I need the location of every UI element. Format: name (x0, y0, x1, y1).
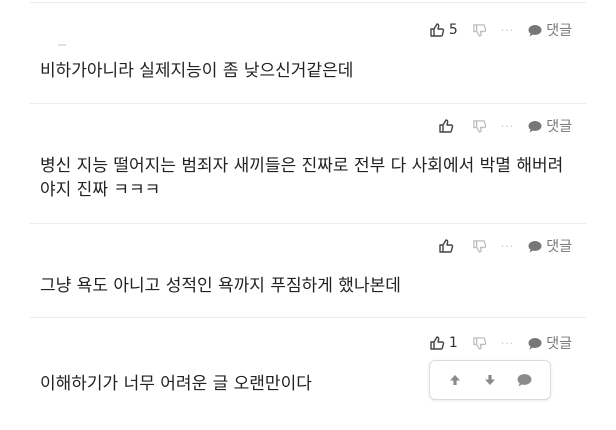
more-options-button[interactable]: ··· (501, 240, 515, 253)
like-button[interactable] (438, 118, 458, 134)
thumbs-up-icon (430, 336, 445, 350)
reply-button[interactable]: 댓글 (528, 236, 572, 256)
more-options-button[interactable]: ··· (501, 24, 515, 37)
thumbs-up-icon (439, 239, 453, 253)
reply-label: 댓글 (546, 23, 572, 39)
thumbs-down-icon (472, 23, 487, 37)
comment-jump-button[interactable] (512, 367, 538, 393)
thumbs-up-icon (430, 23, 445, 37)
scroll-down-button[interactable] (477, 367, 503, 393)
speech-bubble-icon (528, 337, 542, 349)
thumbs-up-icon (439, 119, 453, 133)
thumbs-down-icon (472, 239, 487, 253)
more-options-button[interactable]: ··· (501, 120, 515, 133)
floating-toolbar (429, 360, 551, 400)
thumbs-down-icon (472, 119, 487, 133)
like-count: 1 (448, 335, 458, 351)
speech-bubble-icon (528, 120, 542, 132)
comment-3: ··· 댓글 그냥 욕도 아니고 성적인 욕까지 푸짐하게 했나본데 (30, 224, 586, 318)
dislike-button[interactable] (472, 23, 487, 38)
like-button[interactable]: 1 (429, 335, 458, 351)
arrow-down-icon (484, 375, 495, 385)
like-button[interactable] (438, 238, 458, 254)
reply-label: 댓글 (546, 119, 572, 135)
reply-button[interactable]: 댓글 (528, 20, 572, 40)
reply-button[interactable]: 댓글 (528, 333, 572, 353)
comment-actions: 5 ··· 댓글 (429, 20, 572, 40)
comment-2: ··· 댓글 병신 지능 떨어지는 범죄자 새끼들은 진짜로 전부 다 사회에서… (30, 104, 586, 224)
comment-text: 그냥 욕도 아니고 성적인 욕까지 푸짐하게 했나본데 (40, 276, 401, 296)
dislike-button[interactable] (472, 119, 487, 134)
dislike-button[interactable] (472, 336, 487, 351)
arrow-up-icon (450, 375, 461, 385)
reply-label: 댓글 (546, 239, 572, 255)
comment-1: 5 ··· 댓글 비하가아니라 실제지능이 좀 낮으신거같은데 (30, 0, 586, 104)
comment-bubble-icon (517, 374, 532, 387)
comment-text: 비하가아니라 실제지능이 좀 낮으신거같은데 (40, 61, 354, 81)
scroll-up-button[interactable] (442, 367, 468, 393)
comment-text: 병신 지능 떨어지는 범죄자 새끼들은 진짜로 전부 다 사회에서 박멸 해버려… (40, 156, 564, 200)
like-count: 5 (448, 22, 458, 38)
comment-actions: 1 ··· 댓글 (429, 333, 572, 353)
speech-bubble-icon (528, 24, 542, 36)
speech-bubble-icon (528, 240, 542, 252)
comment-actions: ··· 댓글 (438, 236, 572, 256)
thumbs-down-icon (472, 336, 487, 350)
dislike-button[interactable] (472, 239, 487, 254)
reply-button[interactable]: 댓글 (528, 116, 572, 136)
comment-actions: ··· 댓글 (438, 116, 572, 136)
like-button[interactable]: 5 (429, 22, 458, 38)
more-options-button[interactable]: ··· (501, 337, 515, 350)
reply-label: 댓글 (546, 336, 572, 352)
